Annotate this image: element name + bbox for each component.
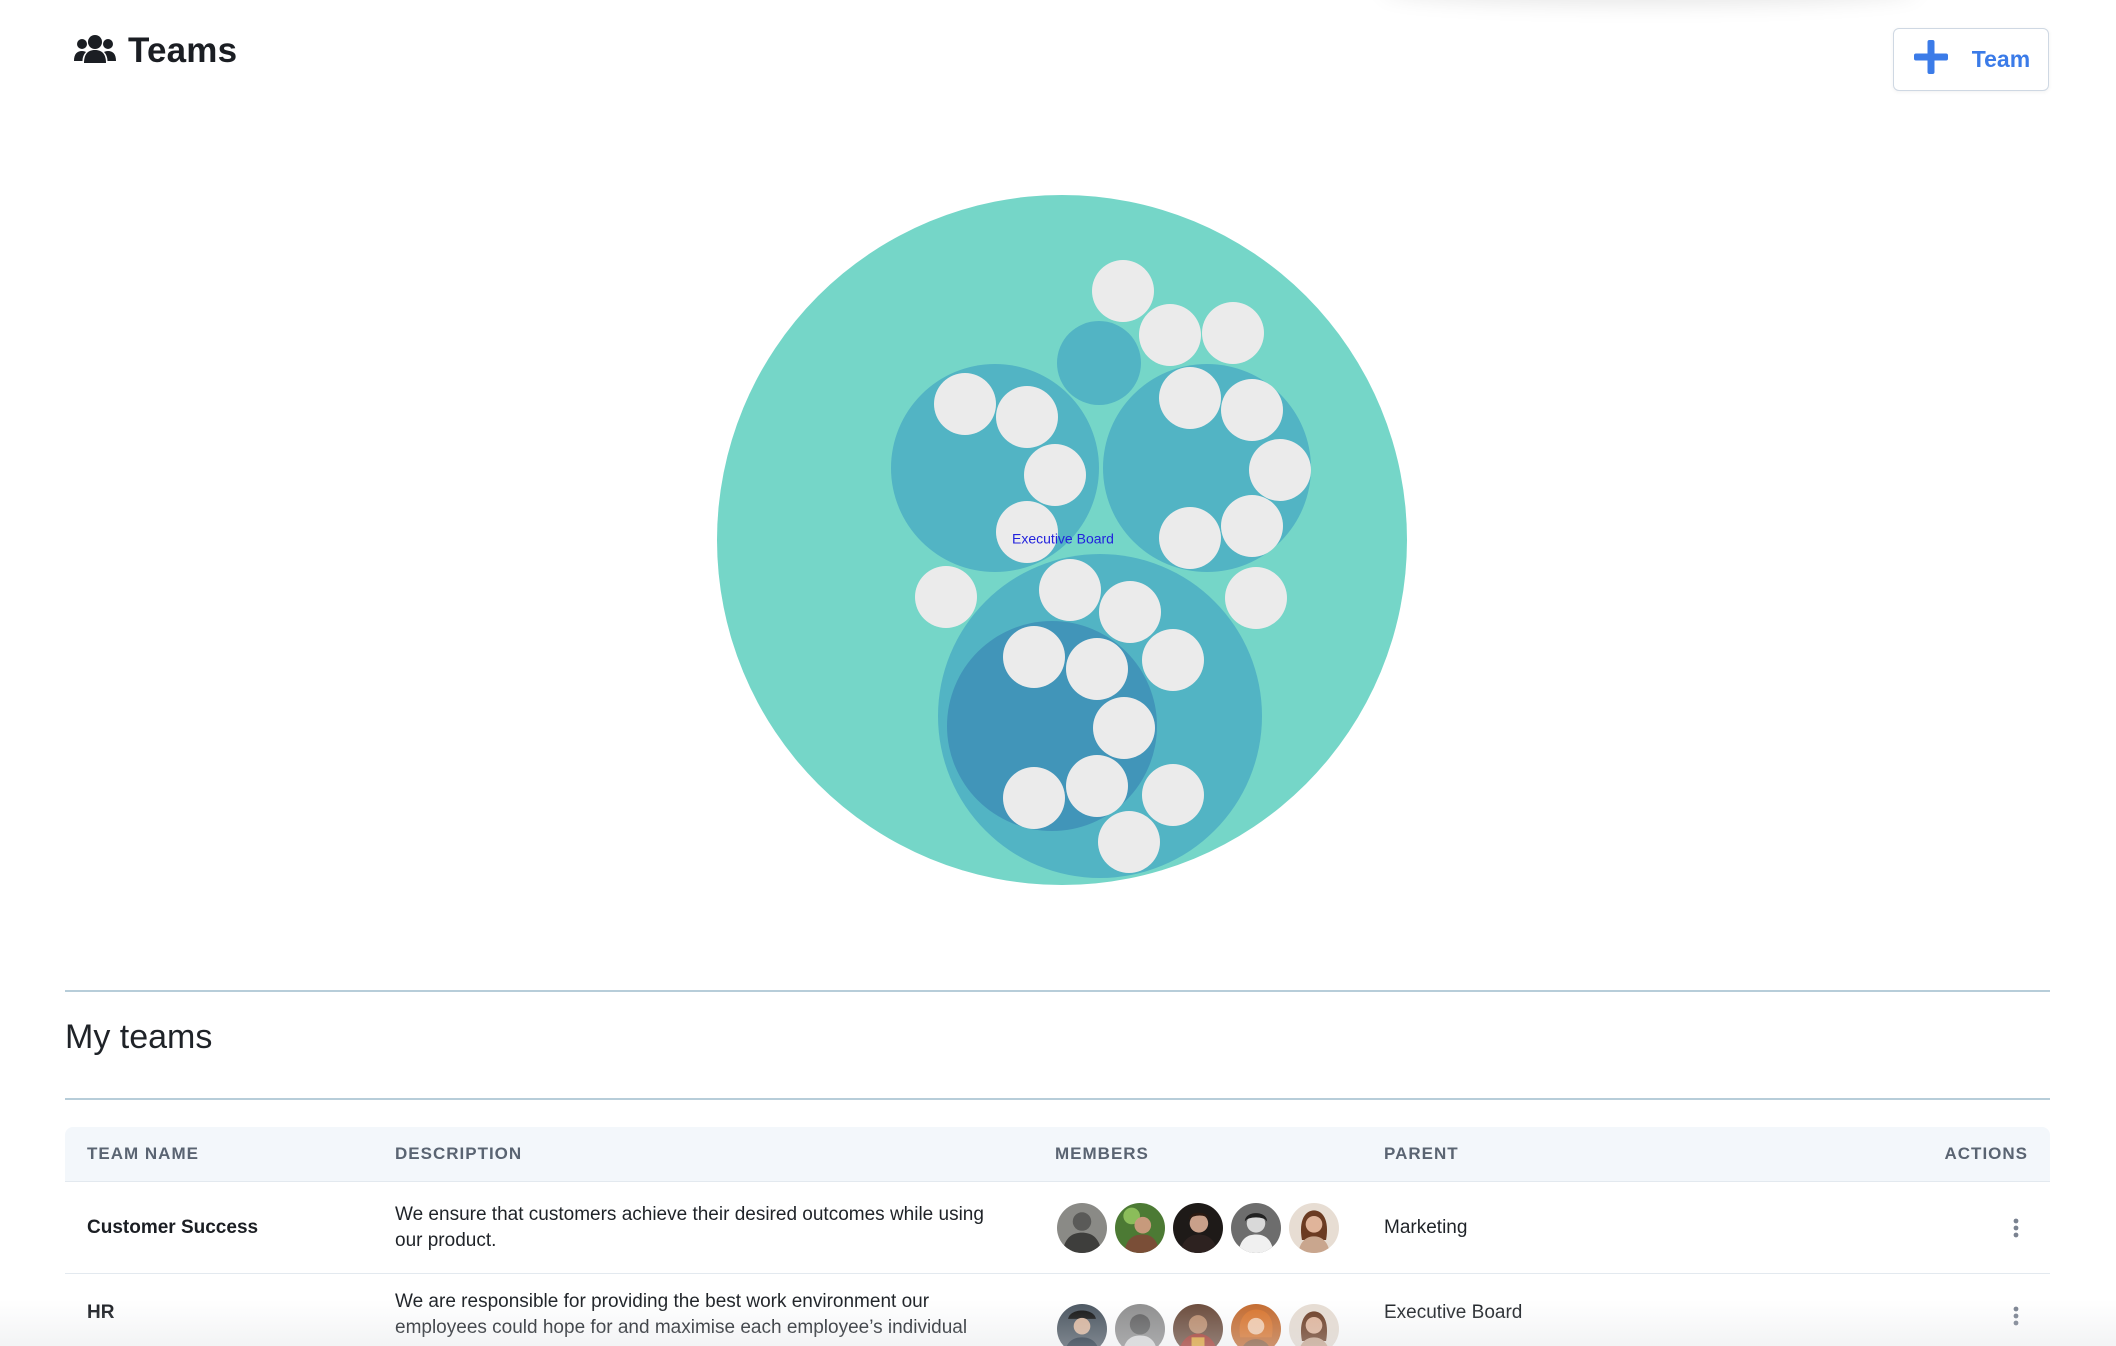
member-circle[interactable] [1139, 304, 1201, 366]
column-header-description: Description [395, 1144, 523, 1163]
member-circle[interactable] [934, 373, 996, 435]
member-circle[interactable] [1142, 629, 1204, 691]
team-circle[interactable] [1057, 321, 1141, 405]
member-circle[interactable] [1003, 767, 1065, 829]
table-row[interactable]: HR We are responsible for providing the … [65, 1274, 2050, 1346]
member-circle[interactable] [1099, 581, 1161, 643]
member-circle[interactable] [1066, 755, 1128, 817]
avatar[interactable] [1171, 1302, 1225, 1346]
table-header: Team name Description Members Parent Act… [65, 1127, 2050, 1182]
team-parent[interactable]: Marketing [1384, 1217, 1467, 1238]
avatar[interactable] [1287, 1302, 1341, 1346]
member-circle[interactable] [1024, 444, 1086, 506]
team-name[interactable]: HR [87, 1302, 114, 1323]
team-name[interactable]: Customer Success [87, 1217, 258, 1238]
member-circle[interactable] [1159, 367, 1221, 429]
chart-root-label: Executive Board [1012, 531, 1114, 547]
member-circle[interactable] [1092, 260, 1154, 322]
member-circle[interactable] [1249, 439, 1311, 501]
member-circle[interactable] [1221, 495, 1283, 557]
chart-svg[interactable]: Executive Board [0, 0, 2116, 960]
member-avatars[interactable] [1055, 1200, 1384, 1255]
member-circle[interactable] [1202, 302, 1264, 364]
member-circle[interactable] [1066, 638, 1128, 700]
team-description: We are responsible for providing the bes… [395, 1291, 968, 1338]
section-title: My teams [65, 1018, 213, 1056]
member-circle[interactable] [915, 566, 977, 628]
member-circle[interactable] [1039, 559, 1101, 621]
avatar[interactable] [1113, 1302, 1167, 1346]
member-circle[interactable] [1221, 379, 1283, 441]
avatar[interactable] [1229, 1200, 1283, 1255]
avatar[interactable] [1171, 1200, 1225, 1255]
team-parent[interactable]: Executive Board [1384, 1302, 1522, 1323]
member-circle[interactable] [1003, 626, 1065, 688]
member-circle[interactable] [1098, 811, 1160, 873]
more-vertical-icon[interactable] [2004, 1216, 2028, 1240]
member-circle[interactable] [1093, 697, 1155, 759]
avatar[interactable] [1055, 1200, 1109, 1255]
member-circle[interactable] [996, 386, 1058, 448]
column-header-actions: Actions [1944, 1144, 2028, 1163]
section-divider-top [65, 990, 2050, 992]
member-circle[interactable] [1159, 507, 1221, 569]
member-avatars[interactable] [1055, 1302, 1384, 1346]
column-header-members: Members [1055, 1144, 1149, 1163]
avatar[interactable] [1287, 1200, 1341, 1255]
teams-circle-chart[interactable]: Executive Board [0, 0, 2116, 960]
more-vertical-icon[interactable] [2004, 1304, 2028, 1328]
avatar[interactable] [1229, 1302, 1283, 1346]
column-header-parent: Parent [1384, 1144, 1459, 1163]
member-circle[interactable] [1142, 764, 1204, 826]
team-description: We ensure that customers achieve their d… [395, 1203, 984, 1251]
table-row[interactable]: Customer Success We ensure that customer… [65, 1182, 2050, 1274]
member-circle[interactable] [1225, 567, 1287, 629]
column-header-team-name[interactable]: Team name [65, 1144, 395, 1164]
avatar[interactable] [1113, 1200, 1167, 1255]
section-divider-bottom [65, 1098, 2050, 1100]
teams-table: Team name Description Members Parent Act… [65, 1127, 2050, 1346]
teams-page: Teams Team Executive Board My teams Team… [0, 0, 2116, 1346]
avatar[interactable] [1055, 1302, 1109, 1346]
